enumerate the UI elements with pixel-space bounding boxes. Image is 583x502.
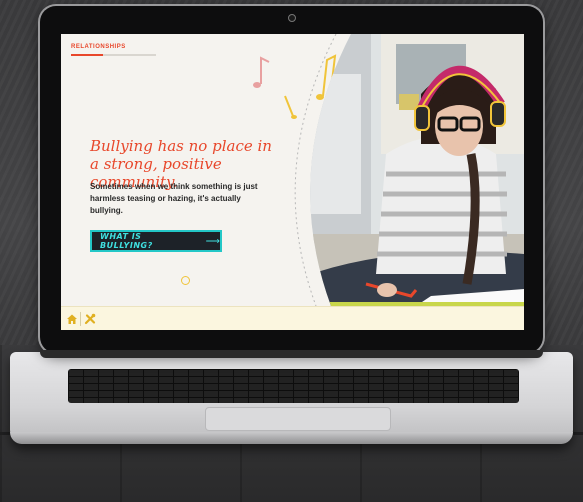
hero-body-text: Sometimes when we think something is jus… xyxy=(90,182,258,215)
arrow-right-icon: ⟶ xyxy=(205,235,220,247)
laptop-base xyxy=(10,352,573,444)
laptop-keyboard xyxy=(68,369,519,403)
cursor-indicator-icon xyxy=(181,276,190,285)
laptop-hinge xyxy=(40,350,543,358)
home-icon[interactable] xyxy=(65,312,79,326)
webcam-icon xyxy=(288,14,296,22)
tools-icon[interactable] xyxy=(83,312,97,326)
course-screen: RELATIONSHIPS Bullying has no place in a… xyxy=(61,34,524,330)
laptop-base-edge xyxy=(10,432,573,444)
cta-label: WHAT IS BULLYING? xyxy=(100,232,153,250)
course-footer-bar xyxy=(61,306,524,330)
music-note-icon xyxy=(253,56,270,88)
student-photo xyxy=(294,34,524,306)
what-is-bullying-button[interactable]: WHAT IS BULLYING? ⟶ xyxy=(90,230,222,252)
laptop-trackpad xyxy=(205,407,391,431)
footer-divider xyxy=(80,312,81,326)
